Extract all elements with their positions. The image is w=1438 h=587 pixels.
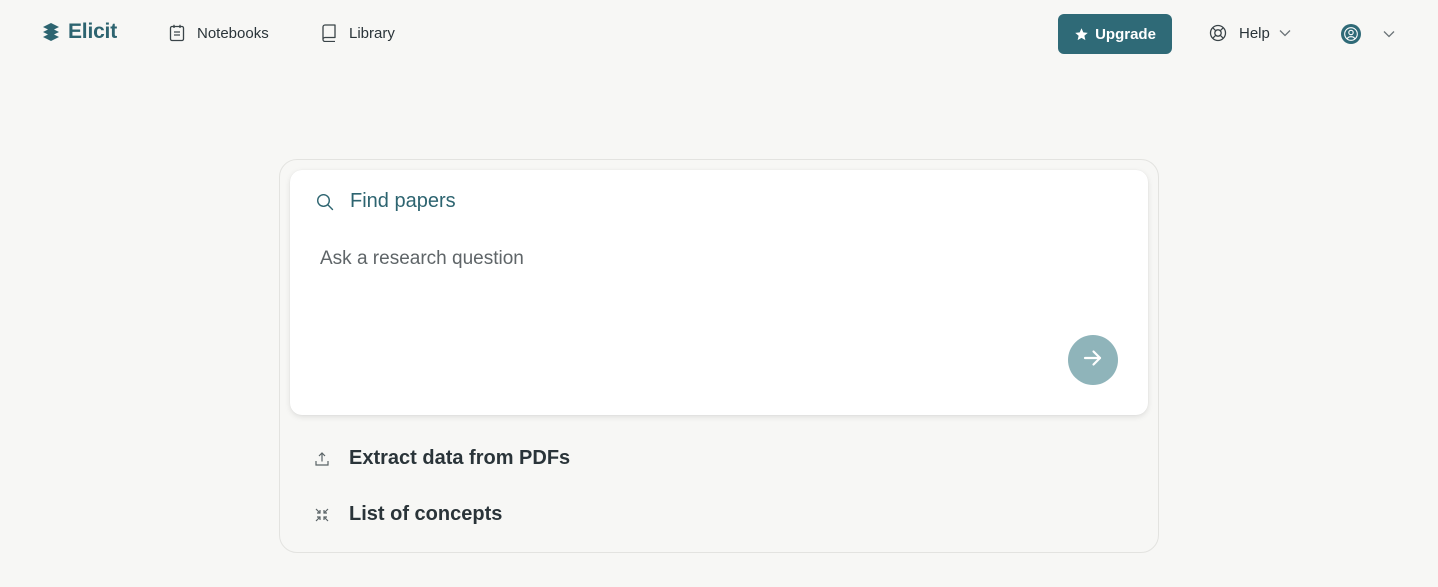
- arrow-right-icon: [1082, 347, 1104, 374]
- upgrade-label: Upgrade: [1095, 25, 1156, 43]
- help-label: Help: [1239, 24, 1270, 42]
- upgrade-button[interactable]: Upgrade: [1058, 14, 1172, 54]
- upload-icon: [314, 451, 330, 467]
- option-extract-data-from-pdfs[interactable]: Extract data from PDFs: [314, 447, 570, 470]
- chevron-down-icon: [1383, 30, 1395, 38]
- help-menu-button[interactable]: Help: [1209, 24, 1291, 42]
- chevron-down-icon: [1279, 29, 1291, 37]
- user-avatar-icon: [1341, 24, 1361, 44]
- search-mode-label: Find papers: [350, 190, 456, 212]
- app-name: Elicit: [68, 20, 117, 43]
- nav-label-notebooks: Notebooks: [197, 24, 269, 42]
- search-panel: Find papers Extract data from PDFs: [279, 159, 1159, 553]
- notebook-icon: [168, 24, 186, 42]
- lifebuoy-icon: [1209, 24, 1227, 42]
- star-icon: [1074, 27, 1089, 42]
- collapse-arrows-icon: [314, 507, 330, 523]
- option-label: Extract data from PDFs: [349, 447, 571, 469]
- elicit-logo-icon: [40, 21, 62, 43]
- account-menu-button[interactable]: [1341, 24, 1395, 44]
- option-label: List of concepts: [349, 503, 503, 525]
- nav-item-notebooks[interactable]: Notebooks: [168, 24, 269, 42]
- book-icon: [320, 24, 338, 42]
- top-navigation-bar: Elicit Notebooks Library Upgrade Help: [0, 0, 1438, 68]
- nav-item-library[interactable]: Library: [320, 24, 395, 42]
- research-question-input[interactable]: [320, 244, 1060, 274]
- search-mode-selector[interactable]: Find papers: [316, 190, 456, 213]
- search-card: Find papers: [290, 170, 1148, 415]
- nav-label-library: Library: [349, 24, 395, 42]
- elicit-logo[interactable]: Elicit: [40, 20, 117, 44]
- search-icon: [316, 193, 334, 211]
- option-list-of-concepts[interactable]: List of concepts: [314, 503, 502, 526]
- submit-search-button[interactable]: [1068, 335, 1118, 385]
